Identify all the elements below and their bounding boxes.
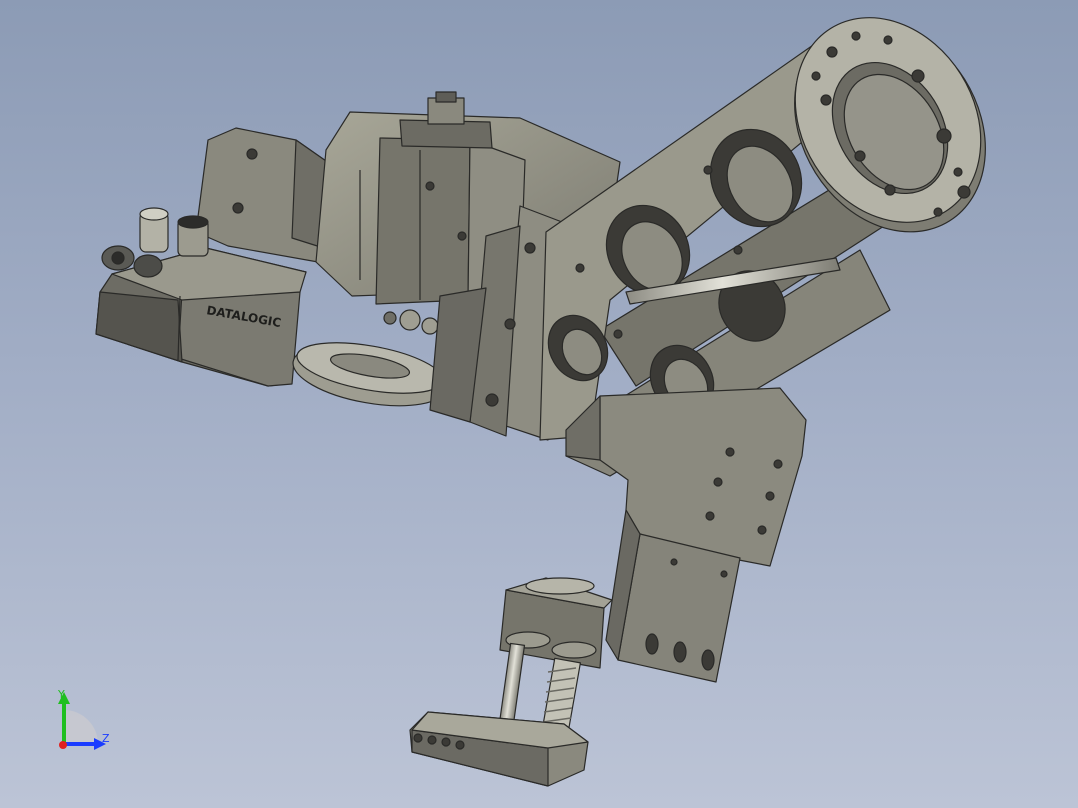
- y-axis-label: Y: [57, 688, 65, 701]
- pulley: [292, 342, 448, 407]
- 3d-model-view[interactable]: DATALOGIC Y Z: [0, 0, 1078, 808]
- x-axis-dot: [59, 741, 67, 749]
- cad-viewport[interactable]: DATALOGIC Y Z: [0, 0, 1078, 808]
- triad-arc: [64, 710, 98, 744]
- camera-body: DATALOGIC: [95, 247, 307, 387]
- guide-rod: [498, 642, 526, 726]
- rear-bracket: [195, 127, 337, 263]
- z-axis-label: Z: [102, 732, 110, 745]
- reference-triad[interactable]: Y Z: [57, 688, 110, 750]
